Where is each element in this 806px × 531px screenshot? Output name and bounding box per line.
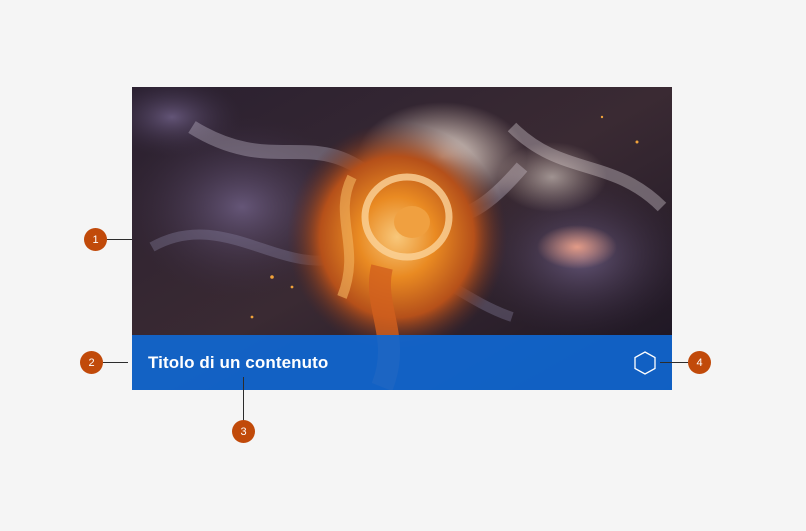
annotation-marker-1: 1 (84, 228, 107, 251)
annotation-marker-2: 2 (80, 351, 103, 374)
annotation-marker-3: 3 (232, 420, 255, 443)
callout-line-1 (107, 239, 132, 240)
callout-line-2 (103, 362, 128, 363)
caption-bar[interactable]: Titolo di un contenuto (132, 335, 672, 390)
content-card[interactable]: Titolo di un contenuto (132, 87, 672, 390)
callout-line-3 (243, 377, 244, 421)
annotation-marker-4: 4 (688, 351, 711, 374)
callout-line-4 (660, 362, 688, 363)
card-title[interactable]: Titolo di un contenuto (148, 353, 328, 373)
hexagon-icon[interactable] (634, 350, 656, 375)
